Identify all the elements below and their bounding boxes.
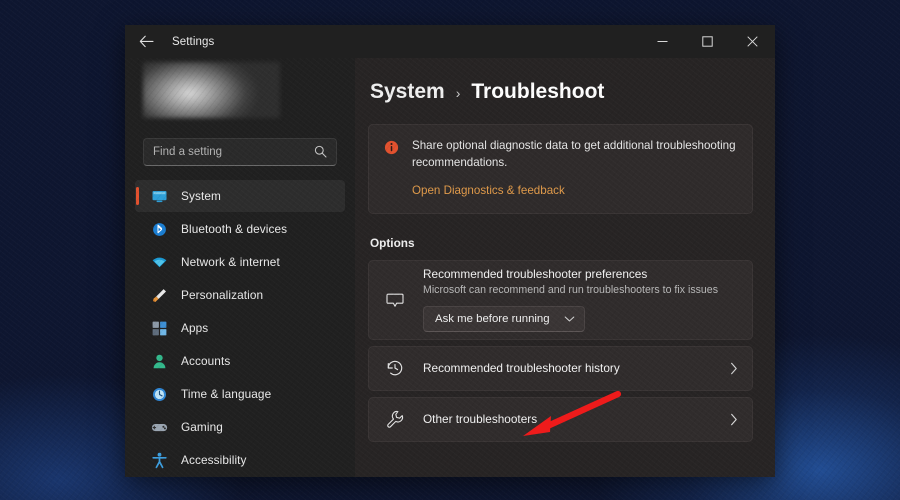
minimize-button[interactable] [640, 25, 685, 58]
window-titlebar: Settings [125, 25, 775, 58]
options-section-title: Options [370, 235, 415, 250]
breadcrumb-parent[interactable]: System [370, 80, 445, 104]
sidebar-item-apps[interactable]: Apps [135, 312, 345, 344]
chevron-right-icon [730, 362, 738, 375]
apps-grid-icon [151, 320, 168, 337]
card-title: Recommended troubleshooter history [423, 361, 620, 376]
breadcrumb-separator-icon: › [455, 85, 461, 101]
page-title: Troubleshoot [471, 80, 605, 103]
sidebar-item-label: Accounts [181, 354, 231, 368]
card-subtitle: Microsoft can recommend and run troubles… [423, 284, 718, 297]
clock-icon [151, 386, 168, 403]
window-controls [640, 25, 775, 58]
close-icon [747, 36, 758, 47]
sidebar-item-label: Time & language [181, 387, 272, 401]
card-main: Other troubleshooters [423, 412, 720, 426]
wrench-icon [385, 409, 405, 429]
maximize-button[interactable] [685, 25, 730, 58]
card-title: Recommended troubleshooter preferences [423, 267, 648, 282]
chevron-down-icon [564, 315, 575, 323]
card-recommended-troubleshooter-history[interactable]: Recommended troubleshooter history [368, 345, 753, 391]
card-title: Other troubleshooters [423, 412, 538, 427]
window-body: System Bluetooth & devices [125, 58, 775, 477]
minimize-icon [657, 36, 668, 47]
sidebar-item-accounts[interactable]: Accounts [135, 345, 345, 377]
back-button[interactable] [129, 27, 163, 57]
app-title: Settings [172, 35, 215, 48]
sidebar-item-label: Network & internet [181, 255, 280, 269]
card-recommended-troubleshooter-preferences[interactable]: Recommended troubleshooter preferences M… [368, 259, 753, 340]
sidebar-item-gaming[interactable]: Gaming [135, 411, 345, 443]
sidebar-item-accessibility[interactable]: Accessibility [135, 444, 345, 476]
monitor-icon [151, 188, 168, 205]
sidebar-item-time-language[interactable]: Time & language [135, 378, 345, 410]
paintbrush-icon [151, 287, 168, 304]
maximize-icon [702, 36, 713, 47]
sidebar-item-bluetooth-devices[interactable]: Bluetooth & devices [135, 213, 345, 245]
sidebar-item-label: Bluetooth & devices [181, 222, 288, 236]
diagnostic-data-banner: Share optional diagnostic data to get ad… [368, 124, 753, 214]
history-clock-icon [385, 358, 405, 378]
sidebar-nav: System Bluetooth & devices Network & int… [135, 180, 345, 477]
card-main: Recommended troubleshooter history [423, 361, 720, 375]
search-input[interactable] [153, 145, 308, 158]
close-button[interactable] [730, 25, 775, 58]
desktop-wallpaper: Settings Find a setting System Bluetooth… [0, 0, 900, 500]
banner-body: Share optional diagnostic data to get ad… [412, 138, 737, 199]
wifi-icon [151, 254, 168, 271]
sidebar-item-label: Gaming [181, 420, 223, 434]
back-arrow-icon [139, 35, 154, 48]
accessibility-person-icon [151, 452, 168, 469]
sidebar-item-label: Apps [181, 321, 209, 335]
search-box[interactable] [143, 137, 337, 166]
chevron-right-icon [730, 413, 738, 426]
speech-bubble-icon [385, 290, 405, 310]
banner-text: Share optional diagnostic data to get ad… [412, 139, 736, 169]
person-icon [151, 353, 168, 370]
sidebar-item-network-internet[interactable]: Network & internet [135, 246, 345, 278]
main-content: System › Troubleshoot Share optional dia… [355, 58, 775, 477]
settings-window: Settings Find a setting System Bluetooth… [125, 25, 775, 477]
sidebar-item-system[interactable]: System [135, 180, 345, 212]
sidebar-item-personalization[interactable]: Personalization [135, 279, 345, 311]
troubleshooter-preference-dropdown[interactable]: Ask me before running [423, 306, 585, 333]
info-circle-icon [383, 139, 400, 156]
sidebar-item-label: Personalization [181, 288, 264, 302]
user-profile-block[interactable] [143, 62, 280, 118]
card-other-troubleshooters[interactable]: Other troubleshooters [368, 396, 753, 442]
search-icon [314, 145, 327, 158]
card-main: Recommended troubleshooter preferences M… [423, 265, 738, 334]
sidebar-item-label: Accessibility [181, 453, 247, 467]
open-diagnostics-feedback-link[interactable]: Open Diagnostics & feedback [412, 184, 565, 197]
sidebar-item-label: System [181, 189, 221, 203]
game-controller-icon [151, 419, 168, 436]
breadcrumb: System › Troubleshoot [370, 80, 753, 104]
bluetooth-icon [151, 221, 168, 238]
sidebar: System Bluetooth & devices [125, 58, 355, 477]
dropdown-selected-value: Ask me before running [435, 313, 550, 326]
